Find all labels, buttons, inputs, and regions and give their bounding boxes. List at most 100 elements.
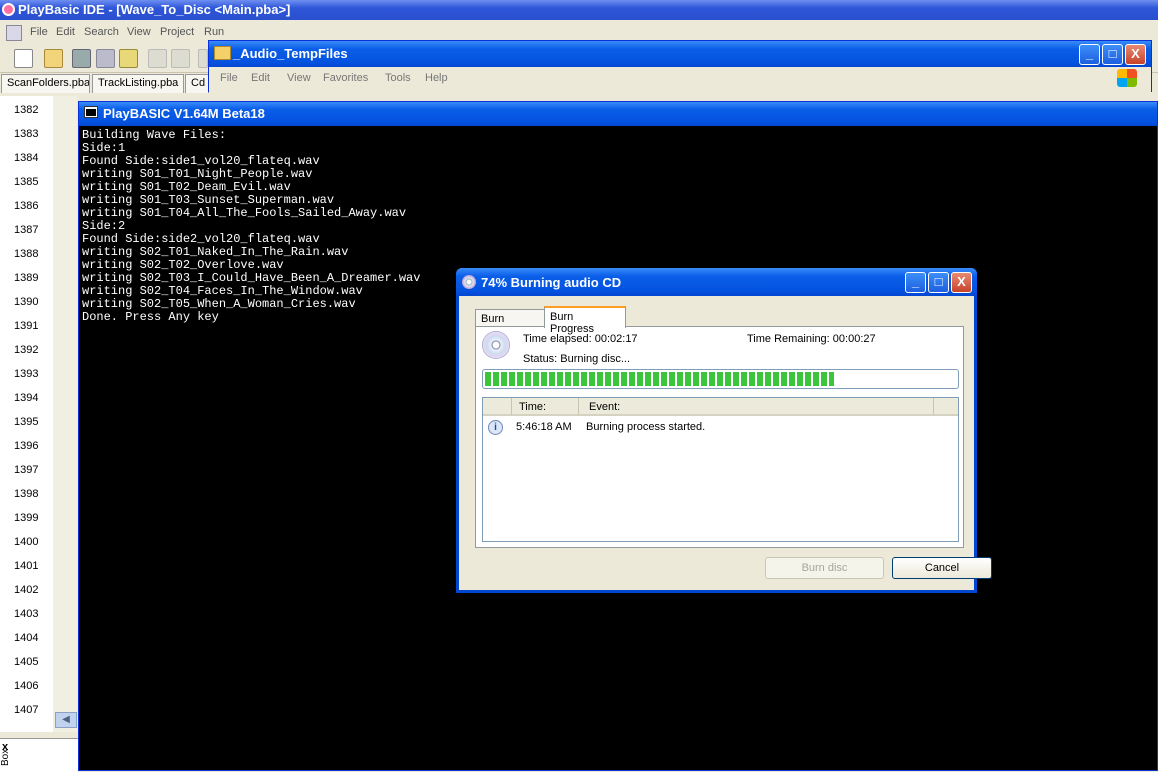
folder-icon	[214, 46, 231, 60]
cancel-button[interactable]: Cancel	[892, 557, 992, 579]
explorer-menu-favorites[interactable]: Favorites	[323, 72, 368, 84]
line-number: 1400	[14, 536, 39, 548]
line-number: 1406	[14, 680, 39, 692]
explorer-title-bar[interactable]: _Audio_TempFiles _ □ X	[209, 41, 1151, 67]
line-number: 1402	[14, 584, 39, 596]
dialog-minimize-button[interactable]: _	[905, 272, 926, 293]
column-header-filler	[934, 398, 958, 416]
menu-view[interactable]: View	[127, 26, 151, 38]
column-header-icon[interactable]	[483, 398, 512, 416]
console-output: Building Wave Files: Side:1 Found Side:sid…	[82, 129, 420, 324]
save-icon[interactable]	[96, 49, 115, 68]
column-header-event[interactable]: Event:	[579, 398, 934, 416]
burn-disc-button[interactable]: Burn disc	[765, 557, 884, 579]
menu-edit[interactable]: Edit	[56, 26, 75, 38]
menu-file[interactable]: File	[30, 26, 48, 38]
explorer-menu-tools[interactable]: Tools	[385, 72, 411, 84]
line-number: 1382	[14, 104, 39, 116]
playbasic-app-icon	[2, 3, 15, 16]
explorer-window-title: _Audio_TempFiles	[233, 46, 348, 61]
burn-dialog-title: 74% Burning audio CD	[481, 275, 622, 290]
tab-burn-progress[interactable]: Burn Progress	[544, 306, 626, 335]
event-text: Burning process started.	[586, 421, 706, 433]
toolbar-more-icon[interactable]	[198, 49, 208, 68]
burn-progress-bar	[482, 369, 959, 389]
console-line: Done. Press Any key	[82, 310, 219, 324]
tab-cd[interactable]: Cd	[185, 74, 209, 93]
line-number-gutter: 1382 1383 1384 1385 1386 1387 1388 1389 1390 1391…	[0, 96, 54, 732]
explorer-minimize-button[interactable]: _	[1079, 44, 1100, 65]
line-number: 1388	[14, 248, 39, 260]
line-number: 1389	[14, 272, 39, 284]
explorer-menu-help[interactable]: Help	[425, 72, 448, 84]
save-all-icon[interactable]	[72, 49, 91, 68]
line-number: 1405	[14, 656, 39, 668]
ide-title-bar[interactable]: PlayBasic IDE - [Wave_To_Disc <Main.pba>…	[0, 0, 1158, 20]
tab-tracklisting[interactable]: TrackListing.pba	[92, 74, 184, 93]
event-log-list[interactable]: Time: Event: i 5:46:18 AM Burning proces…	[482, 397, 959, 542]
document-icon[interactable]	[6, 25, 22, 41]
menu-search[interactable]: Search	[84, 26, 119, 38]
line-number: 1392	[14, 344, 39, 356]
explorer-menu-edit[interactable]: Edit	[251, 72, 270, 84]
line-number: 1390	[14, 296, 39, 308]
line-number: 1385	[14, 176, 39, 188]
menu-run[interactable]: Run	[204, 26, 224, 38]
explorer-menu-file[interactable]: File	[220, 72, 238, 84]
console-line: Building Wave Files:	[82, 128, 227, 142]
line-number: 1398	[14, 488, 39, 500]
console-window-title: PlayBASIC V1.64M Beta18	[103, 106, 265, 121]
line-number: 1397	[14, 464, 39, 476]
windows-logo-icon	[1117, 69, 1137, 87]
cd-icon	[462, 275, 476, 289]
file-tab-strip: ScanFolders.pba TrackListing.pba Cd	[0, 74, 210, 94]
scroll-left-button[interactable]: ◀	[55, 712, 77, 728]
explorer-maximize-button[interactable]: □	[1102, 44, 1123, 65]
new-file-icon[interactable]	[14, 49, 33, 68]
redo-icon[interactable]	[171, 49, 190, 68]
disc-icon	[482, 331, 510, 359]
line-number: 1386	[14, 200, 39, 212]
console-title-bar[interactable]: PlayBASIC V1.64M Beta18	[79, 102, 1157, 126]
burn-progress-panel: Time elapsed: 00:02:17 Time Remaining: 0…	[475, 326, 964, 548]
line-number: 1387	[14, 224, 39, 236]
progress-fill	[485, 372, 834, 386]
panel-label: Box	[0, 748, 11, 766]
dialog-maximize-button[interactable]: □	[928, 272, 949, 293]
line-number: 1384	[14, 152, 39, 164]
burn-status: Status: Burning disc...	[523, 353, 630, 365]
explorer-window: _Audio_TempFiles _ □ X File Edit View Fa…	[208, 40, 1152, 92]
burn-dialog-title-bar[interactable]: 74% Burning audio CD _ □ X	[456, 268, 977, 296]
line-number: 1399	[14, 512, 39, 524]
explorer-menu-view[interactable]: View	[287, 72, 311, 84]
line-number: 1396	[14, 440, 39, 452]
line-number: 1404	[14, 632, 39, 644]
editor-margin	[53, 96, 77, 732]
tab-scanfolders[interactable]: ScanFolders.pba	[1, 74, 90, 93]
event-time: 5:46:18 AM	[516, 421, 572, 433]
bottom-panel	[0, 738, 78, 772]
explorer-close-button[interactable]: X	[1125, 44, 1146, 65]
explorer-menu-bar: File Edit View Favorites Tools Help	[209, 68, 1151, 92]
ide-window-title: PlayBasic IDE - [Wave_To_Disc <Main.pba>…	[18, 2, 291, 17]
menu-project[interactable]: Project	[160, 26, 194, 38]
line-number: 1391	[14, 320, 39, 332]
ide-menu-bar: File Edit Search View Project Run	[0, 22, 1158, 42]
column-header-time[interactable]: Time:	[512, 398, 579, 416]
line-number: 1394	[14, 392, 39, 404]
info-icon: i	[488, 420, 503, 435]
line-number: 1403	[14, 608, 39, 620]
dialog-close-button[interactable]: X	[951, 272, 972, 293]
line-number: 1395	[14, 416, 39, 428]
undo-icon[interactable]	[148, 49, 167, 68]
table-row[interactable]: i 5:46:18 AM Burning process started.	[483, 418, 958, 436]
console-line: writing S01_T04_All_The_Fools_Sailed_Awa…	[82, 206, 407, 220]
line-number: 1383	[14, 128, 39, 140]
burn-dialog: 74% Burning audio CD _ □ X Burn options …	[456, 268, 992, 593]
line-number: 1401	[14, 560, 39, 572]
console-icon	[84, 106, 98, 118]
time-remaining: Time Remaining: 00:00:27	[747, 333, 876, 345]
line-number: 1407	[14, 704, 39, 716]
open-folder-icon[interactable]	[44, 49, 63, 68]
compile-icon[interactable]	[119, 49, 138, 68]
